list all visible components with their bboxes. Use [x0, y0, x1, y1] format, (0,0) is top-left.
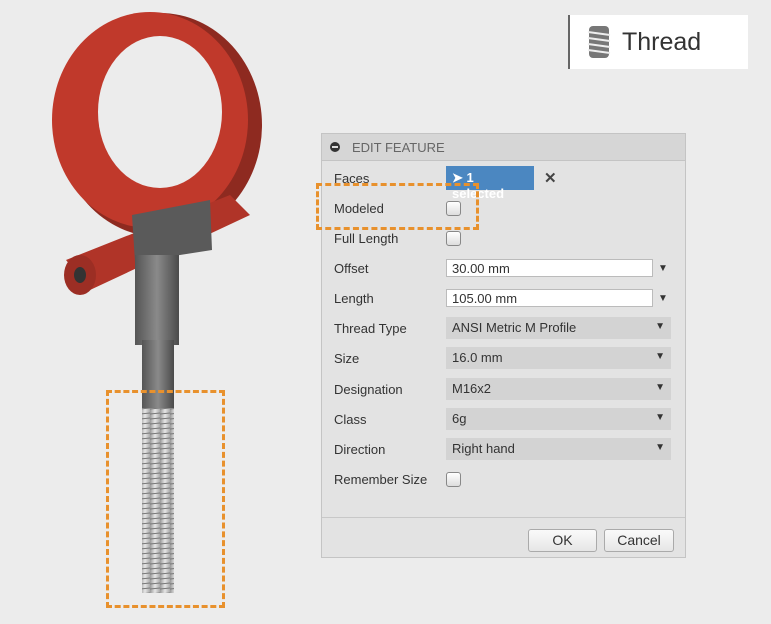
ok-button[interactable]: OK [528, 529, 597, 552]
thread-tool-badge: Thread [568, 15, 748, 69]
designation-row: Designation M16x2 ▼ [322, 377, 685, 401]
thread-highlight-box [106, 390, 225, 608]
class-value: 6g [452, 411, 467, 426]
size-value: 16.0 mm [452, 350, 503, 365]
tool-title: Thread [622, 27, 702, 56]
length-dropdown-icon[interactable]: ▼ [658, 293, 668, 304]
remember-size-checkbox[interactable] [446, 471, 461, 487]
length-row: Length 105.00 mm ▼ [322, 286, 685, 310]
size-label: Size [334, 350, 360, 366]
class-label: Class [334, 411, 367, 427]
dialog-header: EDIT FEATURE [322, 134, 685, 161]
chevron-down-icon: ▼ [655, 382, 665, 393]
offset-input[interactable]: 30.00 mm [446, 259, 653, 277]
size-row: Size 16.0 mm ▼ [322, 346, 685, 370]
offset-row: Offset 30.00 mm ▼ [322, 256, 685, 280]
chevron-down-icon: ▼ [655, 351, 665, 362]
class-row: Class 6g ▼ [322, 407, 685, 431]
direction-label: Direction [334, 441, 386, 457]
chevron-down-icon: ▼ [655, 321, 665, 332]
thread-type-value: ANSI Metric M Profile [452, 320, 577, 335]
direction-row: Direction Right hand ▼ [322, 437, 685, 461]
dialog-title: EDIT FEATURE [352, 139, 445, 155]
remember-size-row: Remember Size [322, 467, 685, 491]
length-input[interactable]: 105.00 mm [446, 289, 653, 307]
remember-size-label: Remember Size [334, 471, 428, 487]
thread-type-label: Thread Type [334, 320, 407, 336]
designation-select[interactable]: M16x2 ▼ [446, 378, 671, 400]
full-length-checkbox[interactable] [446, 230, 461, 246]
length-label: Length [334, 290, 374, 306]
chevron-down-icon: ▼ [655, 442, 665, 453]
full-length-label: Full Length [334, 230, 399, 246]
designation-value: M16x2 [452, 381, 492, 396]
collapse-icon[interactable] [330, 142, 340, 152]
direction-select[interactable]: Right hand ▼ [446, 438, 671, 460]
size-select[interactable]: 16.0 mm ▼ [446, 347, 671, 369]
offset-label: Offset [334, 260, 369, 276]
class-select[interactable]: 6g ▼ [446, 408, 671, 430]
chevron-down-icon: ▼ [655, 412, 665, 423]
cancel-button[interactable]: Cancel [604, 529, 674, 552]
thread-type-row: Thread Type ANSI Metric M Profile ▼ [322, 316, 685, 340]
thread-type-select[interactable]: ANSI Metric M Profile ▼ [446, 317, 671, 339]
offset-dropdown-icon[interactable]: ▼ [658, 263, 668, 274]
thread-icon [587, 26, 611, 58]
footer-divider [322, 517, 685, 518]
direction-value: Right hand [452, 441, 515, 456]
designation-label: Designation [334, 381, 403, 397]
modeled-highlight-box [316, 183, 479, 230]
clear-selection-icon[interactable]: ✕ [544, 169, 557, 187]
